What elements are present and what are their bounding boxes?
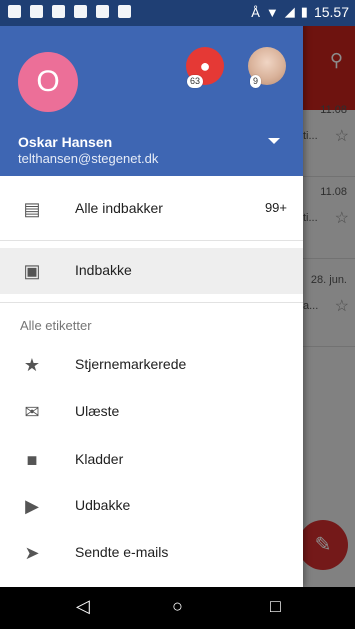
battery-icon: ▮ <box>300 4 308 19</box>
screen: ⚲ 11.08 ti... ☆ 11.08 ti... ☆ 28. jun. a… <box>0 0 355 629</box>
wifi-icon: ▼ <box>265 4 279 20</box>
drawer-item-outbox[interactable]: ▶ Udbakke <box>0 483 303 529</box>
star-icon: ★ <box>23 355 41 375</box>
mail-icon <box>30 5 43 18</box>
upload-icon <box>52 5 65 18</box>
drawer-item-starred[interactable]: ★ Stjernemarkerede <box>0 342 303 388</box>
inboxes-icon: ▤ <box>23 199 41 219</box>
unread-badge: 9 <box>250 75 262 88</box>
drawer-item-label: Alle indbakker <box>75 200 163 216</box>
account-avatar[interactable]: O <box>18 52 78 112</box>
section-title: Alle etiketter <box>20 318 92 333</box>
drawer-item-label: Ulæste <box>75 403 120 419</box>
account-name: Oskar Hansen <box>18 134 113 150</box>
drawer-item-label: Stjernemarkerede <box>75 356 187 372</box>
drawer-item-label: Indbakke <box>75 262 132 278</box>
drawer-item-label: Udbakke <box>75 497 131 513</box>
drawer-item-inbox[interactable]: ▣ Indbakke <box>0 248 303 294</box>
system-navigation-bar: ◁ ○ □ <box>0 587 355 629</box>
drawer-item-label: Kladder <box>75 451 124 467</box>
bag-icon <box>118 5 131 18</box>
inbox-icon: ▣ <box>23 261 41 281</box>
recents-icon[interactable]: □ <box>270 596 281 617</box>
drawer-header: O ● 63 9 Oskar Hansen telthansen@stegene… <box>0 0 303 176</box>
account-email: telthansen@stegenet.dk <box>18 151 159 166</box>
drawer-item-unread[interactable]: ✉ Ulæste <box>0 389 303 435</box>
image-icon <box>74 5 87 18</box>
drawer-item-all-inboxes[interactable]: ▤ Alle indbakker 99+ <box>0 186 303 232</box>
outbox-icon: ▶ <box>25 496 39 516</box>
navigation-drawer: O ● 63 9 Oskar Hansen telthansen@stegene… <box>0 0 303 587</box>
open-envelope-icon: ✉ <box>24 402 40 422</box>
status-bar: Å ▼ ◢ ▮ 15.57 <box>0 0 355 26</box>
home-icon[interactable]: ○ <box>172 596 183 617</box>
back-icon[interactable]: ◁ <box>76 596 90 617</box>
chat-icon <box>96 5 109 18</box>
divider <box>0 302 303 303</box>
drawer-item-label: Sendte e-mails <box>75 544 169 560</box>
clock: 15.57 <box>313 4 349 20</box>
bluetooth-icon: Å <box>251 4 260 20</box>
divider <box>0 240 303 241</box>
draft-icon: ■ <box>26 450 38 470</box>
send-icon: ➤ <box>24 543 40 563</box>
drawer-item-drafts[interactable]: ■ Kladder <box>0 437 303 483</box>
chevron-down-icon[interactable] <box>268 138 280 144</box>
notification-icon <box>8 5 21 18</box>
signal-icon: ◢ <box>284 4 295 19</box>
unread-badge: 63 <box>187 75 204 88</box>
unread-count: 99+ <box>264 200 287 215</box>
drawer-item-sent[interactable]: ➤ Sendte e-mails <box>0 530 303 576</box>
